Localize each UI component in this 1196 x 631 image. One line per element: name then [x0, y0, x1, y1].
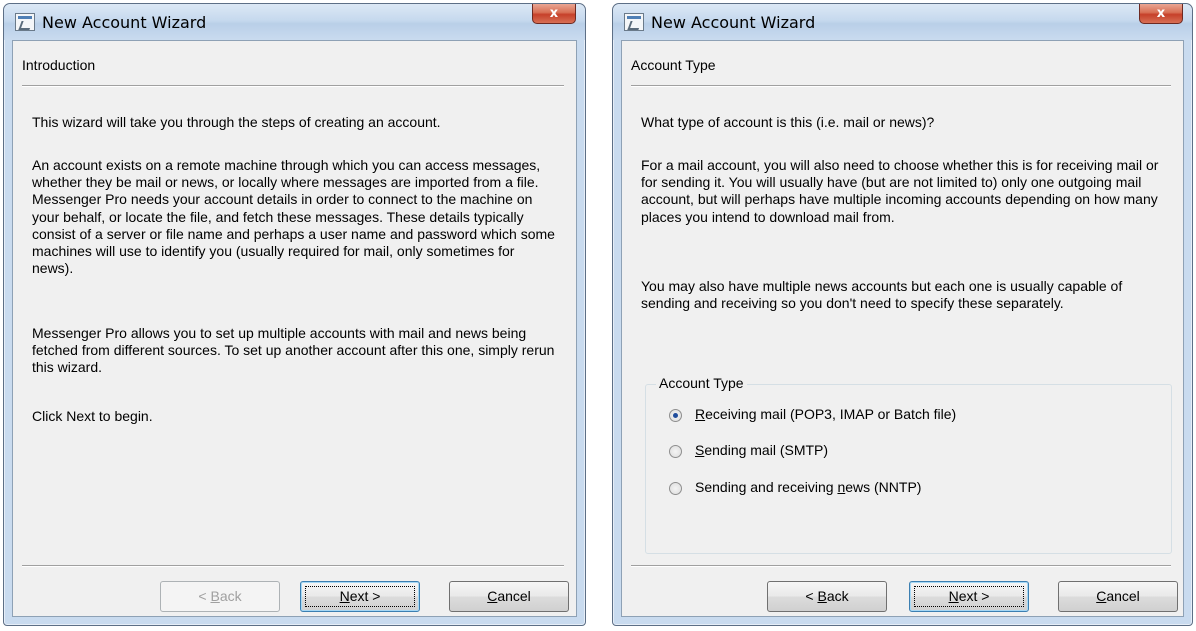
intro-paragraph: This wizard will take you through the st…: [32, 114, 441, 130]
back-button[interactable]: < Back: [767, 581, 887, 612]
next-button[interactable]: Next >: [909, 581, 1029, 612]
wizard-app-icon: [624, 13, 644, 31]
radio-label: Receiving mail (POP3, IMAP or Batch file…: [695, 406, 957, 422]
page-title: Introduction: [22, 57, 96, 73]
wizard-page: Introduction This wizard will take you t…: [12, 40, 577, 617]
page-title: Account Type: [631, 57, 716, 73]
cancel-button[interactable]: Cancel: [449, 581, 569, 612]
window-title: New Account Wizard: [651, 13, 816, 32]
footer-divider: [22, 565, 564, 567]
wizard-page: Account Type What type of account is thi…: [621, 40, 1184, 617]
back-button[interactable]: < Back: [160, 581, 280, 612]
radio-label: Sending and receiving news (NNTP): [695, 479, 922, 495]
mail-account-paragraph: For a mail account, you will also need t…: [641, 157, 1159, 225]
header-divider: [22, 85, 564, 87]
wizard-window-account-type: New Account Wizard x Account Type What t…: [612, 3, 1193, 626]
radio-button[interactable]: [669, 482, 682, 495]
radio-button[interactable]: [669, 445, 682, 458]
footer-divider: [631, 565, 1171, 567]
account-type-group: Account Type Receiving mail (POP3, IMAP …: [645, 375, 1172, 554]
close-button[interactable]: x: [532, 4, 576, 24]
title-bar[interactable]: New Account Wizard x: [613, 4, 1192, 40]
question-paragraph: What type of account is this (i.e. mail …: [641, 114, 935, 130]
window-title: New Account Wizard: [42, 13, 207, 32]
title-bar[interactable]: New Account Wizard x: [4, 4, 585, 40]
click-next-paragraph: Click Next to begin.: [32, 408, 153, 424]
cancel-button[interactable]: Cancel: [1058, 581, 1178, 612]
close-button[interactable]: x: [1139, 4, 1183, 24]
radio-button-checked[interactable]: [669, 409, 682, 422]
wizard-window-introduction: New Account Wizard x Introduction This w…: [3, 3, 586, 626]
wizard-app-icon: [15, 13, 35, 31]
header-divider: [631, 85, 1171, 87]
account-explanation-paragraph: An account exists on a remote machine th…: [32, 157, 555, 277]
radio-label: Sending mail (SMTP): [695, 442, 829, 458]
news-account-paragraph: You may also have multiple news accounts…: [641, 278, 1123, 312]
next-button[interactable]: Next >: [300, 581, 420, 612]
group-label: Account Type: [656, 375, 747, 391]
multiple-accounts-paragraph: Messenger Pro allows you to set up multi…: [32, 325, 555, 376]
